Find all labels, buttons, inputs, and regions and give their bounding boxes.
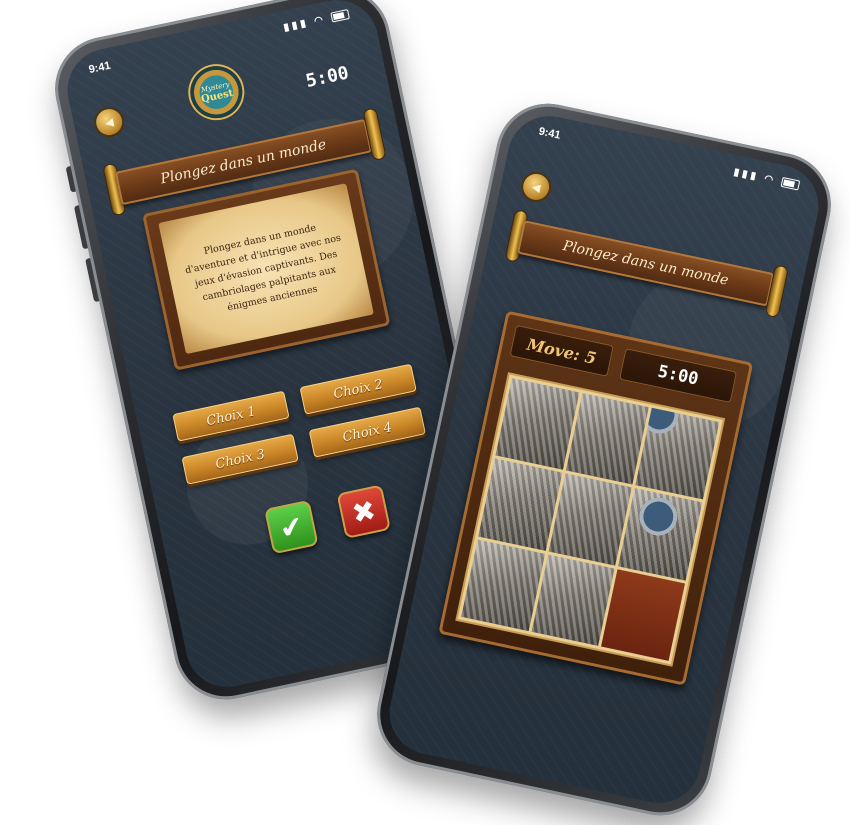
puzzle-tile-3[interactable] — [635, 407, 720, 500]
status-time: 9:41 — [537, 125, 562, 142]
puzzle-empty-slot[interactable] — [601, 568, 686, 661]
wifi-icon: ◠ — [763, 173, 777, 187]
question-panel: Plongez dans un monde d'aventure et d'in… — [142, 168, 391, 371]
phone-puzzle: 9:41 ▮▮▮ ◠ ◀ Plongez dans un monde Move:… — [367, 94, 841, 825]
choice-3-button[interactable]: Choix 3 — [181, 433, 299, 485]
mute-switch — [65, 166, 76, 193]
signal-icon: ▮▮▮ — [282, 17, 310, 34]
puzzle-tile-8[interactable] — [531, 554, 615, 646]
banner-title: Plongez dans un monde — [516, 220, 775, 307]
confirm-button[interactable]: ✔ — [264, 499, 319, 555]
puzzle-screen: 9:41 ▮▮▮ ◠ ◀ Plongez dans un monde Move:… — [381, 108, 827, 811]
volume-up-button — [73, 205, 88, 250]
puzzle-tile-6[interactable] — [618, 488, 703, 581]
move-counter-label: Move: 5 — [525, 334, 599, 368]
puzzle-grid — [457, 374, 723, 665]
back-button[interactable]: ◀ — [520, 171, 552, 203]
status-bar: 9:41 ▮▮▮ ◠ — [537, 123, 801, 196]
chevron-left-icon: ◀ — [530, 179, 542, 195]
puzzle-tile-5[interactable] — [548, 473, 633, 566]
back-button[interactable]: ◀ — [93, 106, 125, 138]
chevron-left-icon: ◀ — [103, 114, 115, 130]
puzzle-tile-2[interactable] — [565, 392, 650, 485]
choice-1-button[interactable]: Choix 1 — [172, 390, 290, 442]
puzzle-timer-text: 5:00 — [655, 361, 701, 390]
battery-icon — [780, 177, 801, 191]
countdown-timer: 5:00 — [303, 62, 351, 93]
puzzle-tile-1[interactable] — [495, 378, 580, 470]
volume-down-button — [85, 258, 100, 303]
choice-2-button[interactable]: Choix 2 — [299, 363, 417, 415]
question-text: Plongez dans un monde d'aventure et d'in… — [184, 222, 342, 313]
move-counter: Move: 5 — [509, 324, 614, 377]
puzzle-board: Move: 5 5:00 — [438, 310, 754, 686]
status-time: 9:41 — [87, 59, 112, 77]
puzzle-tile-7[interactable] — [461, 539, 545, 632]
battery-icon — [330, 9, 351, 23]
close-icon: ✖ — [348, 493, 379, 531]
question-parchment: Plongez dans un monde d'aventure et d'in… — [158, 183, 374, 355]
signal-icon: ▮▮▮ — [732, 166, 760, 183]
choice-4-button[interactable]: Choix 4 — [308, 406, 426, 458]
puzzle-tile-4[interactable] — [478, 458, 562, 551]
cancel-button[interactable]: ✖ — [336, 484, 392, 539]
puzzle-timer: 5:00 — [618, 348, 738, 404]
mystery-quest-logo: Mystery Quest — [185, 61, 248, 124]
compass-image-fragment — [636, 494, 682, 540]
wifi-icon: ◠ — [313, 13, 327, 28]
checkmark-icon: ✔ — [276, 508, 307, 546]
